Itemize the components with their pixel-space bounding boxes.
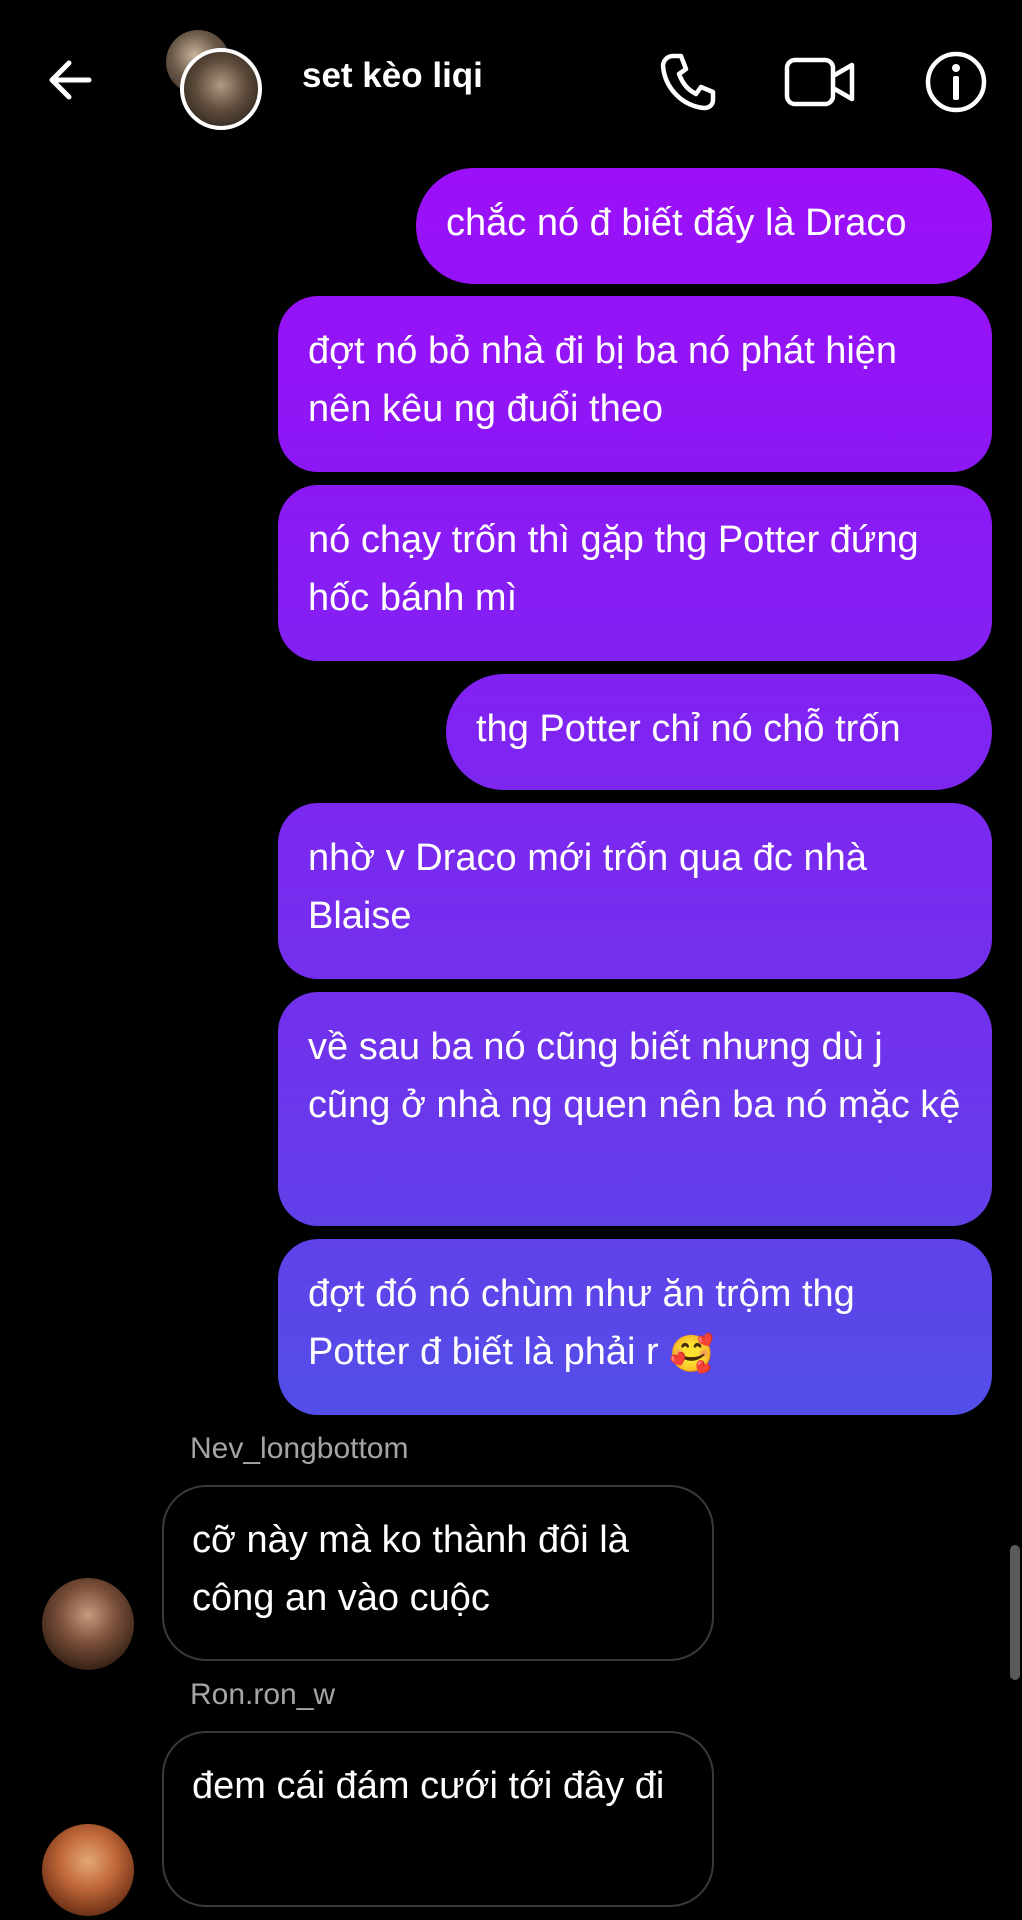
sender-avatar[interactable]: [42, 1578, 134, 1670]
message-text: đợt nó bỏ nhà đi bị ba nó phát hiện nên …: [308, 330, 898, 430]
message-text: nó chạy trốn thì gặp thg Potter đứng hốc…: [308, 519, 919, 619]
outgoing-message[interactable]: đợt nó bỏ nhà đi bị ba nó phát hiện nên …: [278, 296, 992, 472]
smiling-face-with-hearts-icon: 🥰: [669, 1334, 715, 1375]
scrollbar[interactable]: [1010, 1545, 1020, 1680]
call-button[interactable]: [650, 44, 726, 120]
arrow-left-icon: [49, 60, 92, 100]
chat-title[interactable]: set kèo liqi: [302, 56, 483, 96]
video-camera-icon: [784, 57, 855, 107]
outgoing-message[interactable]: về sau ba nó cũng biết nhưng dù j cũng ở…: [278, 992, 992, 1226]
chat-header: set kèo liqi: [0, 0, 1022, 160]
message-text: thg Potter chỉ nó chỗ trốn: [476, 708, 901, 750]
message-text: về sau ba nó cũng biết nhưng dù j cũng ở…: [308, 1026, 961, 1126]
message-text: đợt đó nó chùm như ăn trộm thg Potter đ …: [308, 1273, 855, 1373]
outgoing-message[interactable]: thg Potter chỉ nó chỗ trốn: [446, 674, 992, 790]
incoming-message[interactable]: cỡ này mà ko thành đôi là công an vào cu…: [162, 1485, 714, 1661]
member-avatar-front: [180, 48, 262, 130]
phone-icon: [660, 53, 716, 111]
info-icon: [925, 51, 987, 113]
video-call-button[interactable]: [782, 44, 858, 120]
sender-avatar[interactable]: [42, 1824, 134, 1916]
message-text: nhờ v Draco mới trốn qua đc nhà Blaise: [308, 837, 867, 937]
message-text: cỡ này mà ko thành đôi là công an vào cu…: [192, 1519, 629, 1619]
group-avatar[interactable]: [162, 28, 262, 130]
sender-name: Nev_longbottom: [190, 1432, 409, 1465]
outgoing-message[interactable]: đợt đó nó chùm như ăn trộm thg Potter đ …: [278, 1239, 992, 1415]
sender-name: Ron.ron_w: [190, 1678, 336, 1711]
info-button[interactable]: [918, 44, 994, 120]
message-text: chắc nó đ biết đấy là Draco: [446, 202, 907, 244]
back-button[interactable]: [38, 48, 102, 112]
outgoing-message[interactable]: chắc nó đ biết đấy là Draco: [416, 168, 992, 284]
outgoing-message[interactable]: nhờ v Draco mới trốn qua đc nhà Blaise: [278, 803, 992, 979]
message-text: đem cái đám cưới tới đây đi: [192, 1765, 665, 1807]
outgoing-message[interactable]: nó chạy trốn thì gặp thg Potter đứng hốc…: [278, 485, 992, 661]
incoming-message[interactable]: đem cái đám cưới tới đây đi: [162, 1731, 714, 1907]
